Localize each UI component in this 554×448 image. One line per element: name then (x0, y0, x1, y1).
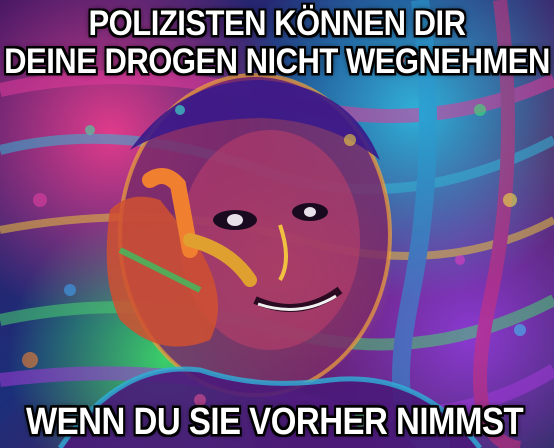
bottom-caption: WENN DU SIE VORHER NIMMST (26, 399, 524, 443)
top-caption-line-1: POLIZISTEN KÖNNEN DIR (88, 2, 466, 44)
top-caption-line-2: DEINE DROGEN NICHT WEGNEHMEN (4, 41, 550, 82)
meme-image: POLIZISTEN KÖNNEN DIR DEINE DROGEN NICHT… (0, 0, 554, 448)
top-caption: POLIZISTEN KÖNNEN DIR DEINE DROGEN NICHT… (0, 2, 554, 82)
